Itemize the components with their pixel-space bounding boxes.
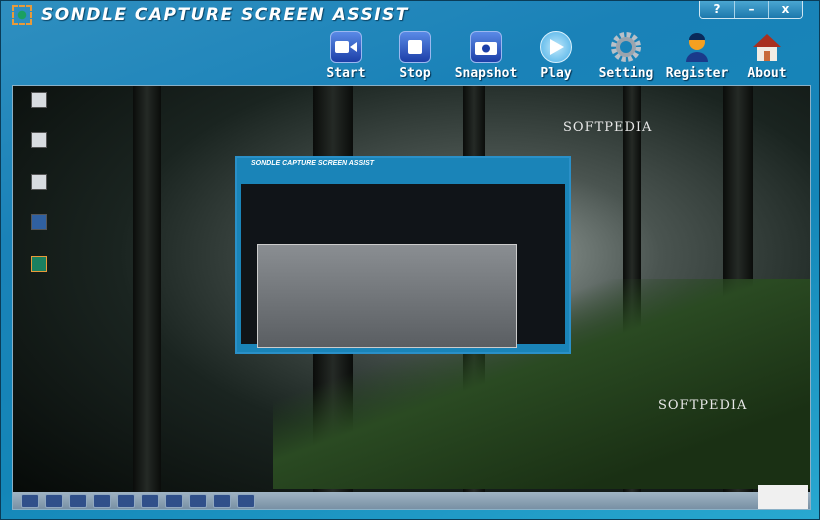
camera-icon bbox=[470, 31, 502, 63]
setting-button[interactable]: Setting bbox=[597, 31, 655, 81]
app-shortcut-icon bbox=[31, 256, 47, 272]
app-icon[interactable] bbox=[117, 493, 135, 508]
nested-title: SONDLE CAPTURE SCREEN ASSIST bbox=[251, 160, 375, 167]
recycle-bin-icon bbox=[31, 92, 47, 108]
app-title: SONDLE CAPTURE SCREEN ASSIST bbox=[41, 5, 409, 25]
minimize-button[interactable]: – bbox=[734, 1, 768, 18]
taskbar bbox=[13, 492, 810, 509]
folder-icon[interactable] bbox=[69, 493, 87, 508]
app-icon[interactable] bbox=[93, 493, 111, 508]
app-icon[interactable] bbox=[189, 493, 207, 508]
chrome-icon[interactable] bbox=[45, 493, 63, 508]
system-tray bbox=[758, 485, 808, 509]
stop-button[interactable]: Stop bbox=[395, 31, 435, 81]
ie-icon[interactable] bbox=[21, 493, 39, 508]
stop-icon bbox=[399, 31, 431, 63]
sondle-icon[interactable] bbox=[237, 493, 255, 508]
start-button[interactable]: Start bbox=[324, 31, 368, 81]
gear-icon bbox=[610, 31, 642, 63]
document-icon bbox=[31, 132, 47, 148]
firefox-icon[interactable] bbox=[165, 493, 183, 508]
capture-preview[interactable]: SOFTPEDIA SOFTPEDIA SONDLE CAPTURE SCREE… bbox=[12, 85, 811, 510]
stop-label: Stop bbox=[399, 66, 431, 81]
app-icon[interactable] bbox=[141, 493, 159, 508]
about-button[interactable]: About bbox=[745, 31, 789, 81]
nested-capture-window: SONDLE CAPTURE SCREEN ASSIST bbox=[235, 156, 571, 354]
setting-label: Setting bbox=[598, 66, 654, 81]
app-window: SONDLE CAPTURE SCREEN ASSIST ? – x Start… bbox=[0, 0, 820, 520]
snapshot-button[interactable]: Snapshot bbox=[453, 31, 519, 81]
play-icon bbox=[540, 31, 572, 63]
play-label: Play bbox=[540, 66, 572, 81]
close-button[interactable]: x bbox=[768, 1, 802, 18]
app-icon[interactable] bbox=[213, 493, 231, 508]
window-controls: ? – x bbox=[699, 1, 803, 19]
start-label: Start bbox=[326, 66, 366, 81]
watermark-text: SOFTPEDIA bbox=[563, 120, 653, 135]
help-button[interactable]: ? bbox=[700, 1, 734, 18]
snapshot-label: Snapshot bbox=[454, 66, 518, 81]
house-icon bbox=[751, 31, 783, 63]
play-button[interactable]: Play bbox=[537, 31, 575, 81]
register-label: Register bbox=[665, 66, 729, 81]
user-icon bbox=[681, 31, 713, 63]
shortcut-icon bbox=[31, 214, 47, 230]
video-camera-icon bbox=[330, 31, 362, 63]
app-logo-icon bbox=[12, 5, 32, 25]
about-label: About bbox=[747, 66, 787, 81]
document-icon bbox=[31, 174, 47, 190]
register-button[interactable]: Register bbox=[665, 31, 729, 81]
watermark-text: SOFTPEDIA bbox=[658, 398, 748, 413]
